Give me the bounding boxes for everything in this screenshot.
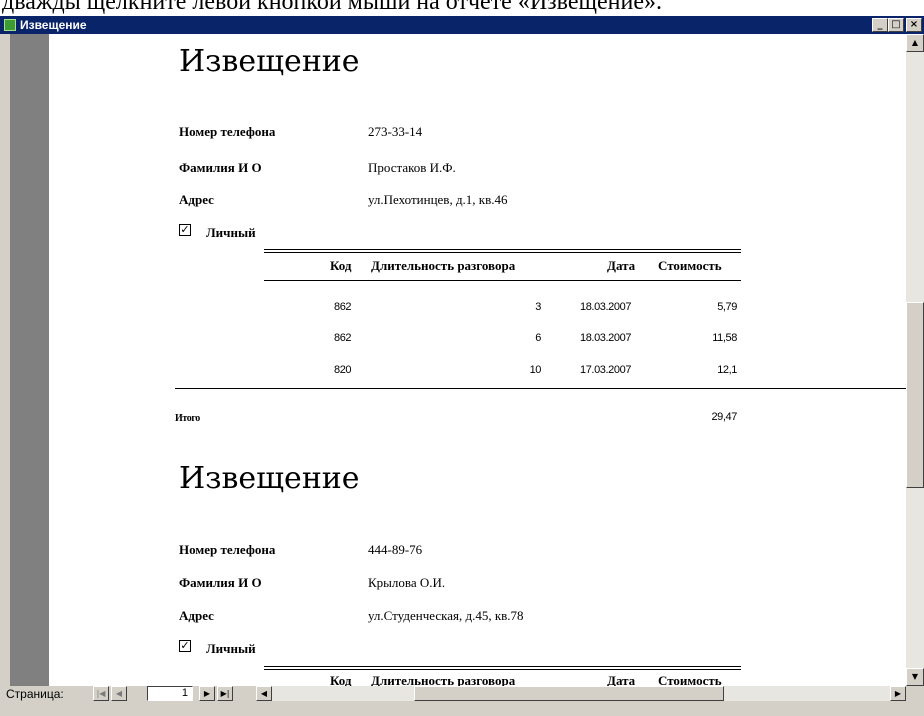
first-record-icon[interactable]: |◀ (93, 686, 109, 701)
prev-record-icon[interactable]: ◀ (111, 686, 127, 701)
next-record-icon[interactable]: ▶ (199, 686, 215, 701)
cell-duration: 10 (529, 364, 542, 376)
cell-code: 862 (334, 301, 352, 313)
total-value: 29,47 (711, 411, 737, 423)
title-bar[interactable]: Извещение _ □ × (0, 16, 924, 34)
header-rule (264, 669, 741, 670)
minimize-button[interactable]: _ (872, 18, 888, 32)
phone-value: 273-33-14 (368, 124, 423, 139)
address-value: ул.Пехотинцев, д.1, кв.46 (368, 192, 508, 207)
cell-code: 820 (334, 364, 352, 376)
cell-cost: 11,58 (712, 332, 737, 344)
address-label: Адрес (179, 192, 214, 207)
cell-duration: 6 (535, 332, 541, 344)
cell-date: 18.03.2007 (580, 332, 632, 344)
horizontal-scrollbar[interactable]: ◀ ▶ (256, 686, 906, 701)
cell-date: 18.03.2007 (580, 301, 632, 313)
personal-checkbox: ✓ (179, 223, 191, 236)
col-cost-header: Стоимость (658, 258, 722, 273)
name-value: Простаков И.Ф. (368, 160, 456, 175)
cell-code: 862 (334, 332, 352, 344)
cell-cost: 5,79 (717, 301, 737, 313)
status-bar: Страница: |◀ ◀ 1 ▶ ▶| ◀ ▶ (0, 686, 924, 716)
resize-grip-icon[interactable] (906, 686, 924, 701)
header-rule (264, 666, 741, 667)
address-label: Адрес (179, 608, 214, 623)
scroll-down-icon[interactable]: ▼ (906, 668, 924, 686)
col-duration-header: Длительность разговора (371, 673, 516, 686)
personal-checkbox: ✓ (179, 639, 191, 652)
scroll-left-icon[interactable]: ◀ (256, 686, 272, 701)
name-value: Крылова О.И. (368, 575, 446, 590)
window-title: Извещение (20, 18, 87, 32)
col-date-header: Дата (607, 673, 636, 686)
vertical-scroll-thumb[interactable] (906, 302, 924, 488)
personal-label: Личный (206, 641, 256, 656)
cell-duration: 3 (535, 301, 541, 313)
page-label: Страница: (6, 687, 64, 701)
name-label: Фамилия И О (179, 160, 262, 175)
cell-cost: 12,1 (717, 364, 737, 376)
col-cost-header: Стоимость (658, 673, 722, 686)
notice-title: Извещение (179, 44, 360, 79)
cell-date: 17.03.2007 (580, 364, 632, 376)
total-separator (175, 388, 906, 389)
scroll-up-icon[interactable]: ▲ (906, 34, 924, 52)
header-rule (264, 280, 741, 281)
report-app-icon (4, 19, 16, 31)
left-frame (0, 34, 10, 686)
maximize-button[interactable]: □ (888, 18, 904, 32)
col-code-header: Код (330, 673, 352, 686)
header-rule (264, 252, 741, 253)
phone-label: Номер телефона (179, 542, 276, 557)
name-label: Фамилия И О (179, 575, 262, 590)
report-page: Извещение Номер телефона 273-33-14 Фамил… (49, 34, 906, 686)
col-duration-header: Длительность разговора (371, 258, 516, 273)
close-button[interactable]: × (906, 18, 922, 32)
total-label: Итого (175, 413, 200, 424)
instruction-caption: дважды щелкните левой кнопкой мыши на от… (2, 0, 662, 15)
page-margin (10, 34, 49, 686)
horizontal-scroll-thumb[interactable] (414, 686, 724, 701)
col-date-header: Дата (607, 258, 636, 273)
scroll-right-icon[interactable]: ▶ (890, 686, 906, 701)
header-rule (264, 249, 741, 250)
personal-label: Личный (206, 225, 256, 240)
address-value: ул.Студенческая, д.45, кв.78 (368, 608, 524, 623)
col-code-header: Код (330, 258, 352, 273)
notice-title: Извещение (179, 461, 360, 496)
last-record-icon[interactable]: ▶| (217, 686, 233, 701)
phone-value: 444-89-76 (368, 542, 423, 557)
page-number-input[interactable]: 1 (147, 686, 193, 701)
phone-label: Номер телефона (179, 124, 276, 139)
vertical-scrollbar[interactable]: ▲ ▼ (906, 34, 924, 686)
